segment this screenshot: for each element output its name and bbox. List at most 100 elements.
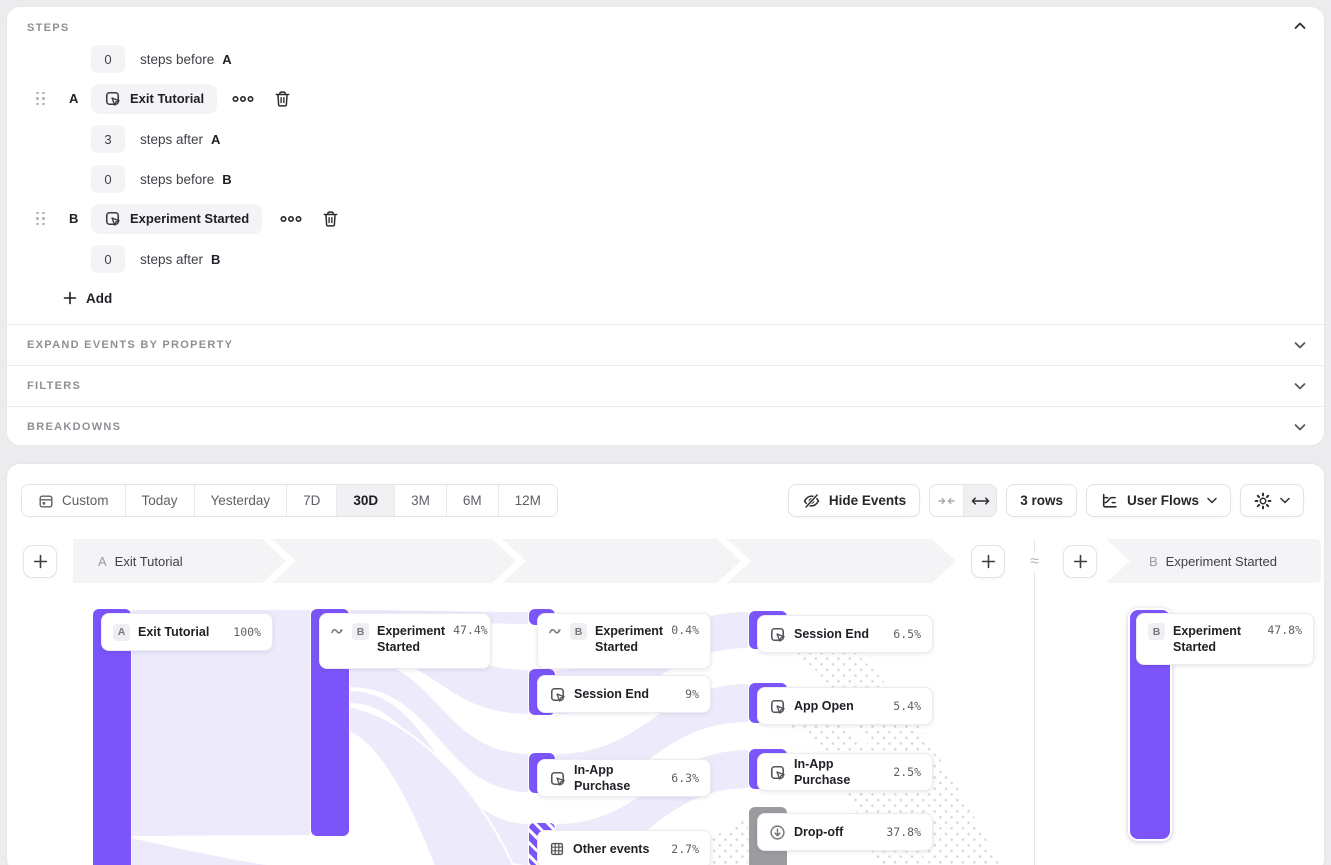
chevron-up-icon[interactable] (1294, 22, 1306, 30)
date-range-label: Custom (62, 493, 109, 508)
hide-events-label: Hide Events (829, 493, 906, 508)
node-card-experiment-started-478[interactable]: B Experiment Started 47.8% (1136, 613, 1314, 665)
step-a-letter: A (69, 91, 78, 106)
step-badge: B (352, 623, 369, 640)
step-ref-letter: B (211, 252, 220, 267)
section-label: BREAKDOWNS (27, 421, 121, 433)
steps-before-label: steps before (140, 172, 214, 187)
sequence-break-divider (1034, 539, 1035, 865)
plus-icon (981, 554, 996, 569)
gear-icon (1254, 492, 1272, 510)
step-b-delete-button[interactable] (322, 210, 339, 228)
node-card-exit-tutorial[interactable]: A Exit Tutorial 100% (101, 613, 273, 651)
date-range-30d-selected[interactable]: 30D (336, 485, 394, 516)
node-card-in-app-purchase-25[interactable]: In-App Purchase 2.5% (757, 753, 933, 791)
steps-before-b-row: 0 steps before B (91, 165, 232, 193)
step-a-event-button[interactable]: Exit Tutorial (91, 84, 217, 114)
rows-count-button[interactable]: 3 rows (1006, 484, 1077, 517)
node-card-other-events[interactable]: Other events 2.7% (537, 830, 711, 865)
event-cursor-icon (769, 698, 786, 715)
step-a-event-name: Exit Tutorial (130, 91, 204, 106)
approx-symbol: ≈ (1022, 553, 1047, 571)
drag-handle-icon[interactable] (36, 92, 45, 106)
settings-button[interactable] (1240, 484, 1304, 517)
add-step-before-b-button[interactable] (1063, 545, 1097, 578)
step-b-more-button[interactable] (280, 213, 302, 225)
step-badge: A (113, 624, 130, 641)
step-badge: B (570, 623, 587, 640)
steps-after-label: steps after (140, 132, 203, 147)
plus-icon (33, 554, 48, 569)
date-range-6m[interactable]: 6M (446, 485, 498, 516)
section-breakdowns[interactable]: BREAKDOWNS (7, 406, 1324, 447)
step-a-delete-button[interactable] (274, 90, 291, 108)
drop-off-icon (769, 824, 786, 841)
plus-icon (1073, 554, 1088, 569)
date-range-yesterday[interactable]: Yesterday (194, 485, 287, 516)
query-builder-panel: STEPS 0 steps before A A Exit Tutorial (6, 6, 1325, 446)
arrows-outward-icon (971, 495, 990, 507)
collapse-columns-button[interactable] (930, 485, 963, 516)
node-card-session-end-9[interactable]: Session End 9% (537, 675, 711, 713)
node-card-experiment-started-47[interactable]: B Experiment Started 47.4% (319, 613, 491, 669)
event-cursor-icon (104, 90, 121, 107)
date-range-12m[interactable]: 12M (498, 485, 557, 516)
node-card-experiment-started-04[interactable]: B Experiment Started 0.4% (537, 613, 711, 669)
drag-handle-icon[interactable] (36, 212, 45, 226)
steps-section-title: STEPS (27, 22, 70, 34)
event-cursor-icon (549, 686, 566, 703)
add-step-after-a-button[interactable] (971, 545, 1005, 578)
sankey-flow-canvas: A Exit Tutorial B Experiment Started ≈ (7, 537, 1326, 865)
node-card-session-end-65[interactable]: Session End 6.5% (757, 615, 933, 653)
step-ref-letter: A (211, 132, 220, 147)
chevron-down-icon (1294, 423, 1306, 431)
step-ref-letter: B (222, 172, 231, 187)
expand-columns-button[interactable] (963, 485, 996, 516)
steps-before-a-input[interactable]: 0 (91, 45, 125, 73)
step-badge: B (1148, 623, 1165, 640)
steps-after-b-row: 0 steps after B (91, 245, 220, 273)
flows-chart-panel: Custom Today Yesterday 7D 30D 3M 6M 12M … (6, 463, 1325, 865)
steps-after-a-input[interactable]: 3 (91, 125, 125, 153)
date-range-control: Custom Today Yesterday 7D 30D 3M 6M 12M (21, 484, 558, 517)
step-header-band (7, 539, 1326, 583)
date-range-custom[interactable]: Custom (22, 485, 125, 516)
steps-before-label: steps before (140, 52, 214, 67)
step-a-more-button[interactable] (232, 93, 254, 105)
section-expand-events-by-property[interactable]: EXPAND EVENTS BY PROPERTY (7, 324, 1324, 365)
add-step-button[interactable]: Add (63, 285, 112, 311)
steps-before-a-row: 0 steps before A (91, 45, 232, 73)
step-a-row: A Exit Tutorial (7, 83, 1324, 114)
view-type-button[interactable]: User Flows (1086, 484, 1231, 517)
user-flows-chart-icon (1100, 492, 1119, 510)
calendar-icon (38, 493, 54, 509)
date-range-today[interactable]: Today (125, 485, 194, 516)
steps-after-b-input[interactable]: 0 (91, 245, 125, 273)
step-b-event-button[interactable]: Experiment Started (91, 204, 262, 234)
step-b-band-label: B Experiment Started (1149, 539, 1277, 583)
eye-off-icon (802, 492, 821, 510)
arrows-inward-icon (938, 495, 955, 507)
add-step-before-button[interactable] (23, 545, 57, 578)
node-card-drop-off[interactable]: Drop-off 37.8% (757, 813, 933, 851)
section-filters[interactable]: FILTERS (7, 365, 1324, 406)
chevron-down-icon (1294, 341, 1306, 349)
collapse-expand-control (929, 484, 997, 517)
step-a-band-label: A Exit Tutorial (98, 539, 183, 583)
hide-events-button[interactable]: Hide Events (788, 484, 920, 517)
section-label: FILTERS (27, 380, 81, 392)
date-range-7d[interactable]: 7D (286, 485, 336, 516)
add-label: Add (86, 291, 112, 306)
step-b-letter: B (69, 211, 78, 226)
user-flows-report-page: STEPS 0 steps before A A Exit Tutorial (0, 0, 1331, 865)
rows-count-label: 3 rows (1020, 493, 1063, 508)
view-type-label: User Flows (1127, 493, 1199, 508)
indirect-steps-icon (331, 626, 344, 636)
node-card-in-app-purchase-63[interactable]: In-App Purchase 6.3% (537, 759, 711, 797)
indirect-steps-icon (549, 626, 562, 636)
steps-before-b-input[interactable]: 0 (91, 165, 125, 193)
plus-icon (63, 291, 77, 305)
chevron-down-icon (1207, 497, 1217, 504)
node-card-app-open[interactable]: App Open 5.4% (757, 687, 933, 725)
date-range-3m[interactable]: 3M (394, 485, 446, 516)
